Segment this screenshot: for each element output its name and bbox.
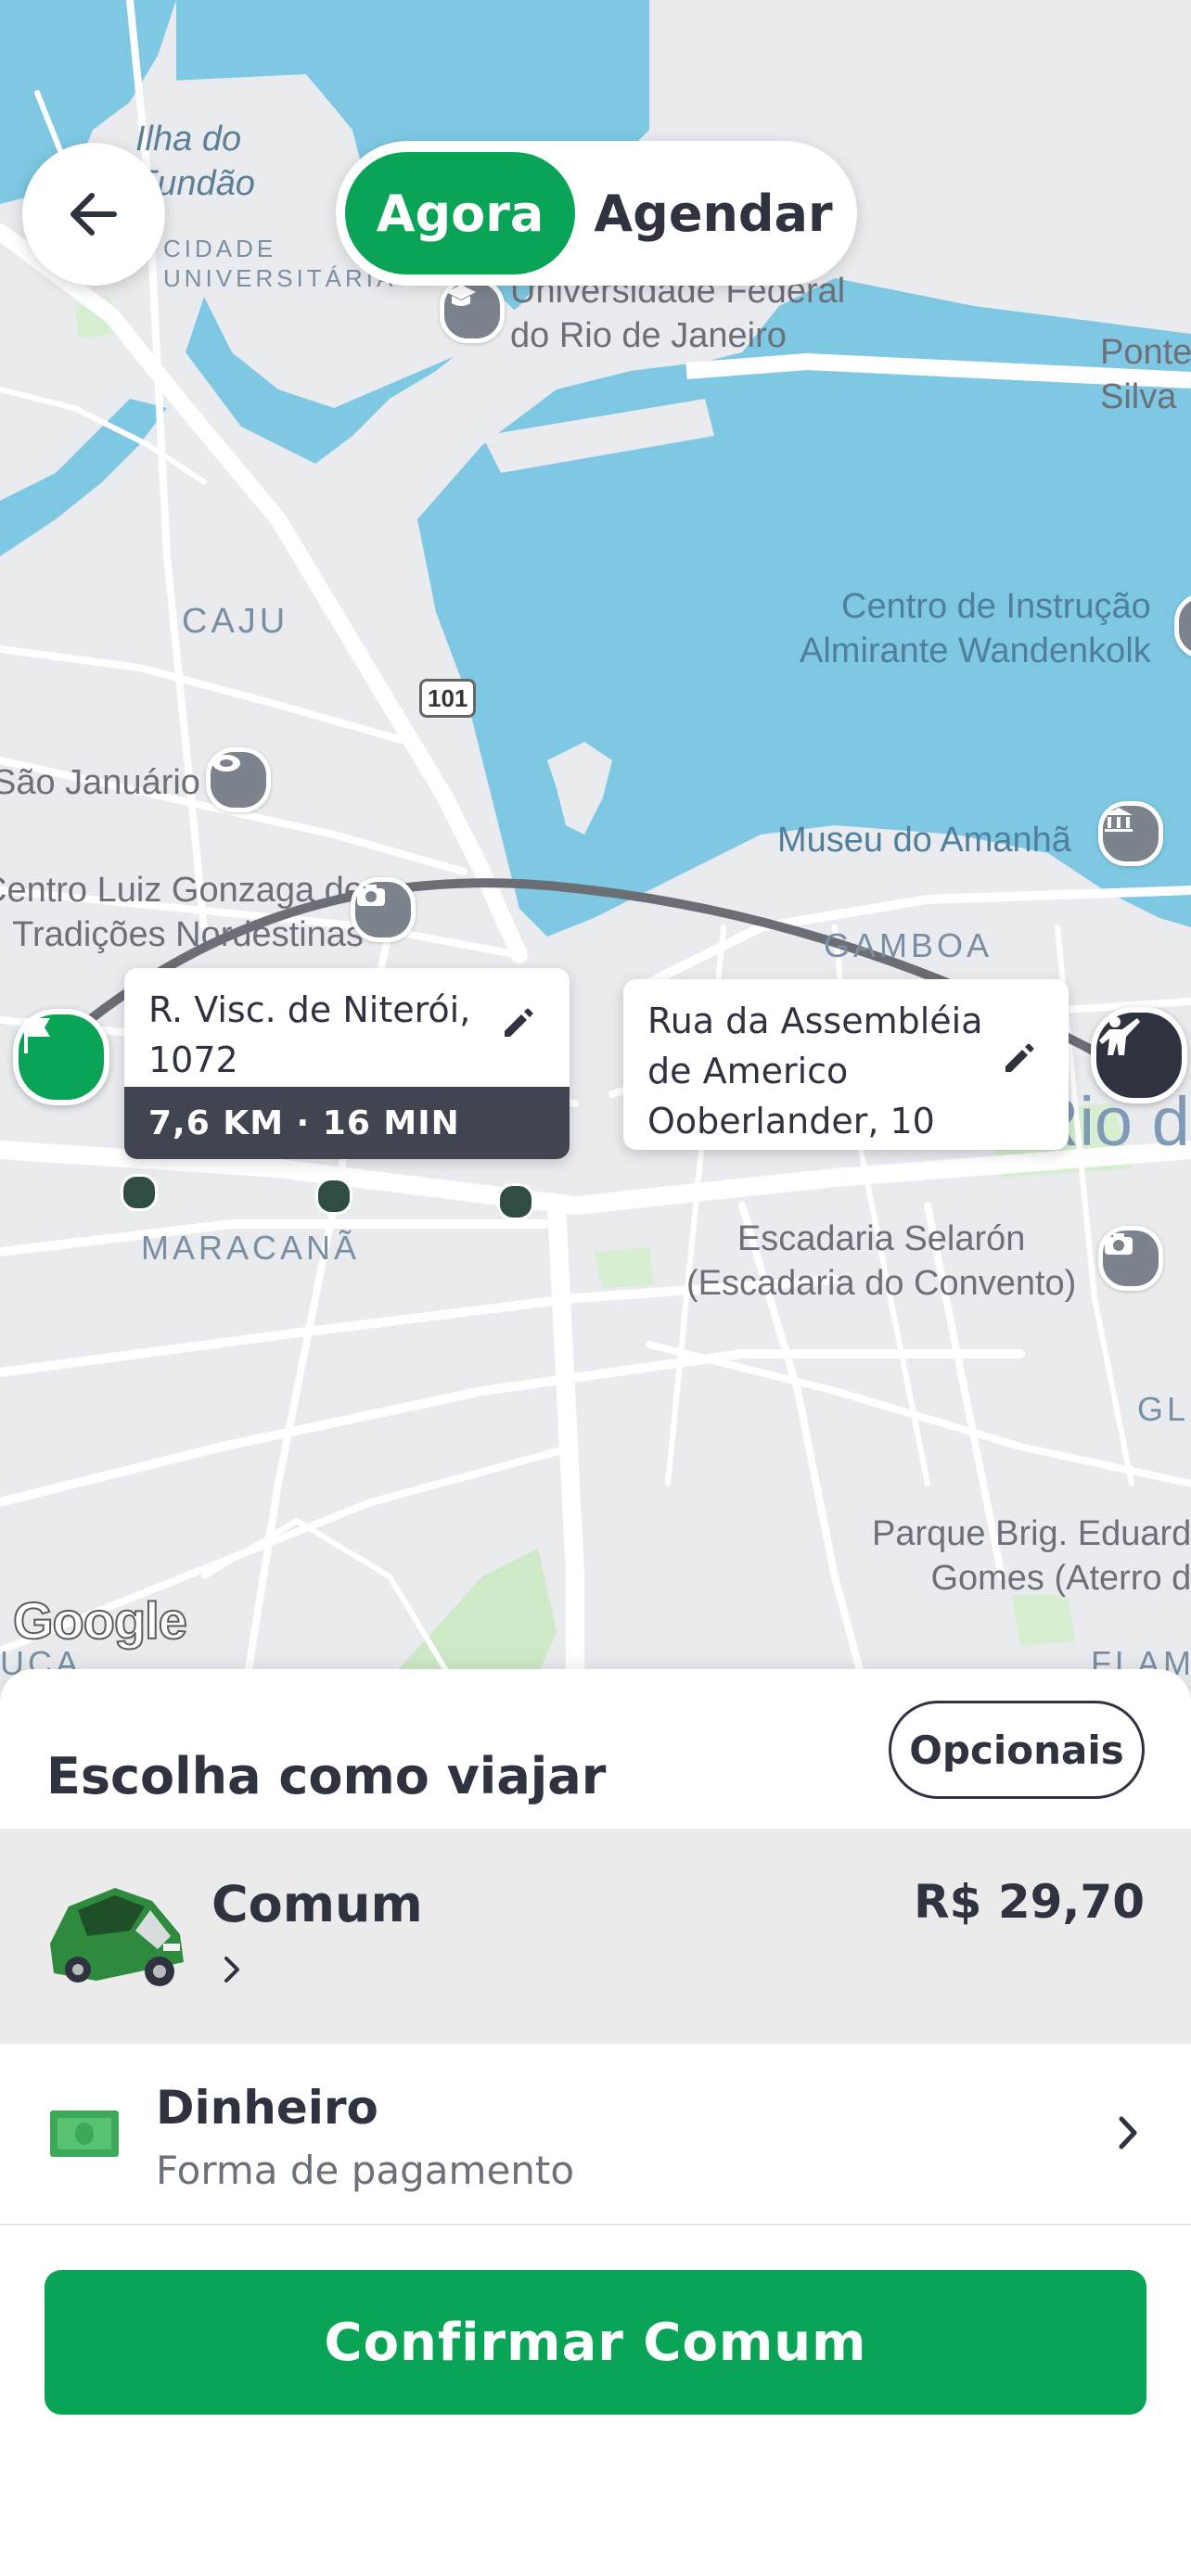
route-shield: 101 bbox=[419, 679, 477, 718]
payment-subtitle: Forma de pagamento bbox=[156, 2148, 575, 2193]
payment-method-row[interactable]: Dinheiro Forma de pagamento bbox=[0, 2044, 1191, 2225]
camera-icon[interactable] bbox=[351, 877, 416, 942]
ride-name: Comum bbox=[211, 1875, 423, 1933]
cash-icon bbox=[50, 2111, 119, 2157]
metro-station-icon bbox=[315, 1178, 352, 1215]
flag-icon bbox=[24, 1018, 50, 1053]
destination-address-bubble[interactable]: Rua da Assembléia de Americo Ooberlander… bbox=[623, 979, 1069, 1150]
map-label: Centro Luiz Gonzaga de Tradições Nordest… bbox=[0, 871, 364, 954]
left-water-2 bbox=[0, 399, 167, 556]
map-label: Escadaria Selarón (Escadaria do Convento… bbox=[686, 1219, 1077, 1303]
person-waving-icon bbox=[1099, 1016, 1140, 1055]
edit-pencil-icon[interactable] bbox=[501, 1005, 545, 1050]
stadium-icon[interactable] bbox=[206, 747, 271, 812]
camera-icon[interactable] bbox=[1098, 1226, 1163, 1291]
map-label: Museu do Amanhã bbox=[777, 821, 1071, 860]
sheet-title: Escolha como viajar bbox=[46, 1747, 607, 1805]
tab-agora[interactable]: Agora bbox=[345, 152, 575, 274]
ride-price: R$ 29,70 bbox=[914, 1875, 1145, 1929]
map-label: CAJU bbox=[182, 602, 289, 641]
chevron-right-icon[interactable] bbox=[223, 1955, 241, 1984]
origin-address-bubble[interactable]: R. Visc. de Niterói, 1072 7,6 KM · 16 MI… bbox=[124, 968, 570, 1159]
ride-options-sheet: Escolha como viajar Opcionais Comum R$ 2… bbox=[0, 1669, 1191, 2576]
map-label: GAMBOA bbox=[824, 926, 993, 964]
confirm-ride-button[interactable]: Confirmar Comum bbox=[45, 2270, 1146, 2415]
options-button[interactable]: Opcionais bbox=[889, 1701, 1145, 1799]
metro-station-icon bbox=[121, 1174, 158, 1211]
map-label: Ponte Silva bbox=[1100, 333, 1191, 416]
map-label: Parque Brig. Eduardo Gomes (Aterro do bbox=[872, 1514, 1191, 1598]
origin-flag-pin[interactable] bbox=[13, 1009, 109, 1105]
chevron-right-icon bbox=[1119, 2116, 1137, 2149]
tab-agendar[interactable]: Agendar bbox=[579, 152, 848, 274]
google-attribution: Google bbox=[12, 1590, 188, 1651]
park bbox=[594, 1247, 654, 1289]
payment-method: Dinheiro bbox=[156, 2081, 378, 2135]
university-icon[interactable] bbox=[440, 278, 505, 343]
map-label: GL bbox=[1137, 1390, 1190, 1428]
map-label: Centro de Instrução Almirante Wandenkolk bbox=[800, 587, 1151, 670]
map-label: MARACANÃ bbox=[141, 1229, 361, 1267]
time-toggle[interactable]: Agora Agendar bbox=[336, 141, 857, 286]
map-label: São Januário bbox=[0, 763, 200, 802]
back-button[interactable] bbox=[22, 143, 165, 286]
destination-address: Rua da Assembléia de Americo Ooberlander… bbox=[647, 1001, 983, 1141]
destination-person-pin[interactable] bbox=[1091, 1007, 1187, 1103]
museum-icon[interactable] bbox=[1098, 801, 1163, 866]
origin-address: R. Visc. de Niterói, 1072 bbox=[148, 989, 471, 1080]
park bbox=[1011, 1595, 1076, 1646]
ride-option-comum[interactable]: Comum R$ 29,70 bbox=[0, 1829, 1191, 2044]
back-arrow-icon bbox=[70, 193, 117, 236]
edit-pencil-icon[interactable] bbox=[1002, 1040, 1046, 1085]
car-icon bbox=[50, 1888, 184, 1986]
route-eta-badge: 7,6 KM · 16 MIN bbox=[124, 1087, 570, 1159]
metro-station-icon bbox=[497, 1183, 534, 1220]
